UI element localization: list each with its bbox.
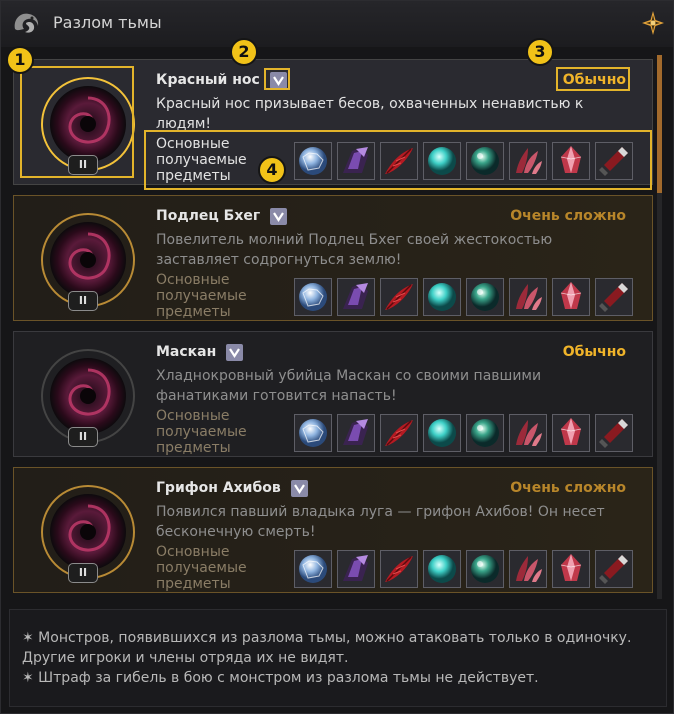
crystal-sphere-icon[interactable] (294, 414, 332, 452)
dagger-icon[interactable] (595, 550, 633, 588)
boss-card[interactable]: II Грифон Ахибов Очень сложно Появился павш… (13, 467, 653, 593)
cyan-orb-icon[interactable] (423, 278, 461, 316)
green-orb-icon[interactable] (466, 550, 504, 588)
boss-description: Хладнокровный убийца Маскан со своими па… (156, 368, 542, 404)
rewards-label: Основные получаемые предметы (156, 544, 266, 592)
green-orb-icon[interactable] (466, 278, 504, 316)
rewards-label-line: получаемые (156, 288, 247, 304)
rewards-label-line: получаемые (156, 424, 247, 440)
dragon-emblem-icon (14, 13, 39, 33)
footer-line-1: ✶ Монстров, появившихся из разлома тьмы,… (22, 630, 632, 646)
info-footer: ✶ Монстров, появившихся из разлома тьмы,… (9, 609, 667, 707)
boss-card[interactable]: II Подлец Бхег Очень сложно Повелитель молн… (13, 195, 653, 321)
red-claw-icon[interactable] (509, 414, 547, 452)
highlight-frame (556, 67, 630, 91)
window-title: Разлом тьмы (53, 13, 162, 32)
boss-name: Подлец Бхег (156, 208, 261, 224)
badge-1: 1 (6, 46, 34, 74)
badge-2: 2 (230, 38, 258, 66)
red-claw-icon[interactable] (509, 550, 547, 588)
boss-description: Появился павший владыка луга — грифон Ах… (156, 504, 605, 540)
dagger-icon[interactable] (595, 278, 633, 316)
boss-description: Повелитель молний Подлец Бхег своей жест… (156, 232, 553, 268)
green-orb-icon[interactable] (466, 414, 504, 452)
cyan-orb-icon[interactable] (423, 550, 461, 588)
dark-orb-icon[interactable] (337, 550, 375, 588)
title-bar: Разлом тьмы (1, 1, 673, 47)
highlight-frame (264, 68, 290, 90)
badge-4: 4 (258, 156, 286, 184)
dagger-icon[interactable] (595, 414, 633, 452)
scrollbar-thumb[interactable] (657, 55, 662, 193)
expand-chevron-icon[interactable] (226, 344, 243, 361)
difficulty-label: Обычно (562, 344, 626, 360)
footer-line-3: ✶ Штраф за гибель в бою с монстром из ра… (22, 670, 539, 686)
expand-chevron-icon[interactable] (270, 208, 287, 225)
boss-name: Грифон Ахибов (156, 480, 281, 496)
rewards-label-line: предметы (156, 304, 231, 320)
red-feather-icon[interactable] (380, 414, 418, 452)
red-feather-icon[interactable] (380, 550, 418, 588)
rewards-label-line: Основные (156, 408, 230, 424)
footer-line-2: Другие игроки и члены отряда их не видят… (22, 650, 349, 666)
dark-orb-icon[interactable] (337, 414, 375, 452)
rewards-label: Основные получаемые предметы (156, 408, 266, 456)
scrollbar[interactable] (657, 55, 662, 599)
boss-card[interactable]: II Маскан Обычно Хладнокровный убийца Маска… (13, 331, 653, 457)
pause-button[interactable]: II (68, 427, 98, 447)
cyan-orb-icon[interactable] (423, 414, 461, 452)
red-crystal-icon[interactable] (552, 278, 590, 316)
dark-orb-icon[interactable] (337, 278, 375, 316)
compass-star-icon[interactable] (641, 10, 665, 36)
boss-description: Красный нос призывает бесов, охваченных … (156, 96, 584, 132)
rewards-label-line: предметы (156, 440, 231, 456)
rewards-label-line: Основные (156, 272, 230, 288)
pause-button[interactable]: II (68, 563, 98, 583)
boss-name: Маскан (156, 344, 217, 360)
red-feather-icon[interactable] (380, 278, 418, 316)
pause-button[interactable]: II (68, 291, 98, 311)
rewards-label: Основные получаемые предметы (156, 272, 266, 320)
highlight-frame (144, 130, 652, 190)
difficulty-label: Очень сложно (510, 480, 626, 496)
red-crystal-icon[interactable] (552, 414, 590, 452)
crystal-sphere-icon[interactable] (294, 278, 332, 316)
highlight-frame (20, 66, 134, 178)
red-crystal-icon[interactable] (552, 550, 590, 588)
rewards-label-line: получаемые (156, 560, 247, 576)
boss-name: Красный нос (156, 72, 260, 88)
red-claw-icon[interactable] (509, 278, 547, 316)
expand-chevron-icon[interactable] (291, 480, 308, 497)
crystal-sphere-icon[interactable] (294, 550, 332, 588)
rewards-label-line: предметы (156, 576, 231, 592)
badge-3: 3 (526, 38, 554, 66)
difficulty-label: Очень сложно (510, 208, 626, 224)
rewards-label-line: Основные (156, 544, 230, 560)
